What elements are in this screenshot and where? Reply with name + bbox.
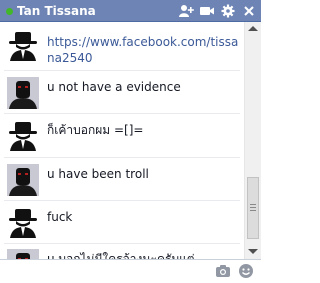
scroll-down-arrow-icon[interactable] [248, 249, 258, 254]
message-item: fuck [0, 201, 244, 245]
message-text: u have been troll [47, 167, 149, 181]
hat-silhouette-avatar[interactable] [7, 206, 39, 238]
scroll-thumb[interactable] [247, 177, 259, 239]
close-icon[interactable] [241, 3, 257, 19]
dark-face-avatar[interactable] [7, 164, 39, 196]
camera-icon[interactable] [215, 263, 231, 279]
sticker-icon[interactable] [238, 263, 254, 279]
grip-line [250, 204, 256, 205]
message-text: fuck [47, 210, 73, 224]
chat-header[interactable]: Tan Tissana [0, 0, 261, 22]
message-list[interactable]: https://www.facebook.com/tissana2540 u n… [0, 22, 244, 259]
dark-face-avatar[interactable] [7, 77, 39, 109]
message-scrollbar[interactable] [244, 22, 261, 259]
hat-silhouette-avatar[interactable] [7, 119, 39, 151]
grip-line [250, 207, 256, 208]
message-item: u not have a evidence [0, 71, 244, 115]
message-text: u not have a evidence [47, 80, 181, 94]
dark-face-avatar[interactable] [7, 249, 39, 259]
settings-gear-icon[interactable] [220, 3, 236, 19]
online-status-icon [6, 8, 13, 15]
message-text: ก็เค้าบอกผม =[]= [47, 123, 144, 137]
chat-window: Tan Tissana https://www.facebook.com/tis… [0, 0, 261, 281]
add-friends-icon[interactable] [178, 3, 194, 19]
scroll-up-arrow-icon[interactable] [248, 26, 258, 31]
hat-silhouette-avatar[interactable] [7, 29, 39, 61]
chat-title[interactable]: Tan Tissana [17, 3, 96, 19]
message-text[interactable]: https://www.facebook.com/tissana2540 [47, 34, 239, 66]
message-item: https://www.facebook.com/tissana2540 [0, 26, 244, 70]
video-call-icon[interactable] [199, 3, 215, 19]
message-text: u บอกไม่มีใครจ้างนะครับแต่ [47, 252, 195, 259]
grip-line [250, 210, 256, 211]
message-item: u have been troll [0, 158, 244, 202]
message-item: u บอกไม่มีใครจ้างนะครับแต่ [0, 244, 244, 259]
message-item: ก็เค้าบอกผม =[]= [0, 114, 244, 158]
composer-bar[interactable] [0, 259, 261, 281]
